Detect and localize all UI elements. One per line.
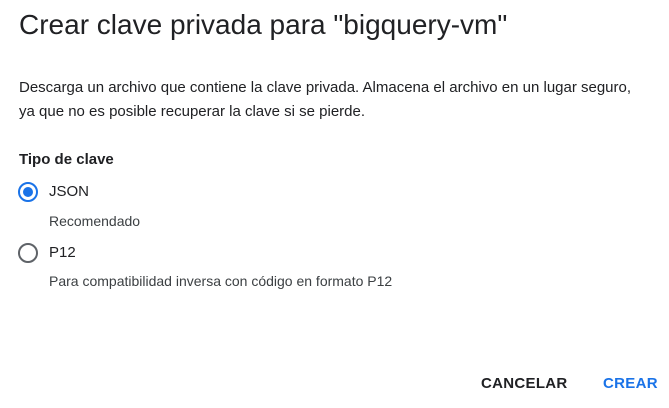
dialog-actions: CANCELAR CREAR	[0, 372, 669, 398]
dialog-title: Crear clave privada para "bigquery-vm"	[19, 9, 508, 40]
dialog-description: Descarga un archivo que contiene la clav…	[19, 79, 632, 120]
radio-label-json[interactable]: JSON	[49, 181, 89, 203]
radio-button-json[interactable]	[18, 182, 38, 202]
radio-hint-p12: Para compatibilidad inversa con código e…	[49, 273, 393, 289]
cancel-button[interactable]: CANCELAR	[481, 372, 568, 396]
radio-option-p12[interactable]: P12	[18, 242, 76, 264]
radio-hint-json: Recomendado	[49, 213, 141, 229]
create-button[interactable]: CREAR	[603, 372, 658, 396]
key-type-label: Tipo de clave	[19, 151, 114, 168]
radio-option-json[interactable]: JSON	[18, 181, 89, 203]
create-private-key-dialog: Crear clave privada para "bigquery-vm" D…	[0, 0, 669, 408]
radio-button-p12[interactable]	[18, 243, 38, 263]
radio-label-p12[interactable]: P12	[49, 242, 76, 264]
